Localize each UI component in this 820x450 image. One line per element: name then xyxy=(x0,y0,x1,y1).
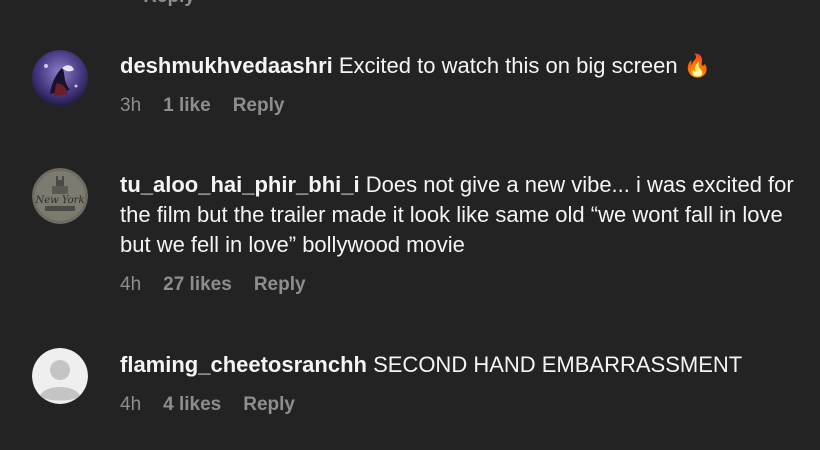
reply-button[interactable]: Reply xyxy=(243,394,295,416)
comment-body: deshmukhvedaashri Excited to watch this … xyxy=(120,51,810,117)
default-user-avatar-icon xyxy=(32,348,88,404)
comment-text: SECOND HAND EMBARRASSMENT xyxy=(373,352,743,377)
comment-username[interactable]: flaming_cheetosranchh xyxy=(120,352,367,377)
svg-text:New York: New York xyxy=(35,195,85,206)
comments-panel: · · Reply desh xyxy=(0,0,820,450)
new-york-logo-avatar-icon: New York xyxy=(32,168,88,224)
comment-text-line: deshmukhvedaashri Excited to watch this … xyxy=(120,51,810,81)
comment-likes[interactable]: 1 like xyxy=(163,95,211,117)
comment-meta: 3h 1 like Reply xyxy=(120,95,810,117)
avatar[interactable]: New York xyxy=(32,168,88,224)
comment-time: 4h xyxy=(120,394,142,415)
comment-likes[interactable]: 4 likes xyxy=(163,394,221,416)
reply-button[interactable]: Reply xyxy=(254,274,306,296)
comment-text-line: flaming_cheetosranchh SECOND HAND EMBARR… xyxy=(120,350,810,380)
comment-body: flaming_cheetosranchh SECOND HAND EMBARR… xyxy=(120,350,810,416)
avatar[interactable] xyxy=(32,50,88,106)
comment-body: tu_aloo_hai_phir_bhi_i Does not give a n… xyxy=(120,170,810,296)
comment-time: 3h xyxy=(120,95,142,116)
comment-text-line: tu_aloo_hai_phir_bhi_i Does not give a n… xyxy=(120,170,810,260)
previous-comment-meta: · · Reply xyxy=(120,0,195,8)
illustrated-avatar-icon xyxy=(32,50,88,106)
comment-text: Excited to watch this on big screen 🔥 xyxy=(338,53,712,78)
comment-username[interactable]: deshmukhvedaashri xyxy=(120,53,333,78)
comment-meta: 4h 27 likes Reply xyxy=(120,274,810,296)
comment-time: 4h xyxy=(120,274,142,295)
comment-likes[interactable]: 27 likes xyxy=(163,274,232,296)
comment-username[interactable]: tu_aloo_hai_phir_bhi_i xyxy=(120,172,360,197)
reply-button[interactable]: Reply xyxy=(233,95,285,117)
avatar[interactable] xyxy=(32,348,88,404)
comment-meta: 4h 4 likes Reply xyxy=(120,394,810,416)
